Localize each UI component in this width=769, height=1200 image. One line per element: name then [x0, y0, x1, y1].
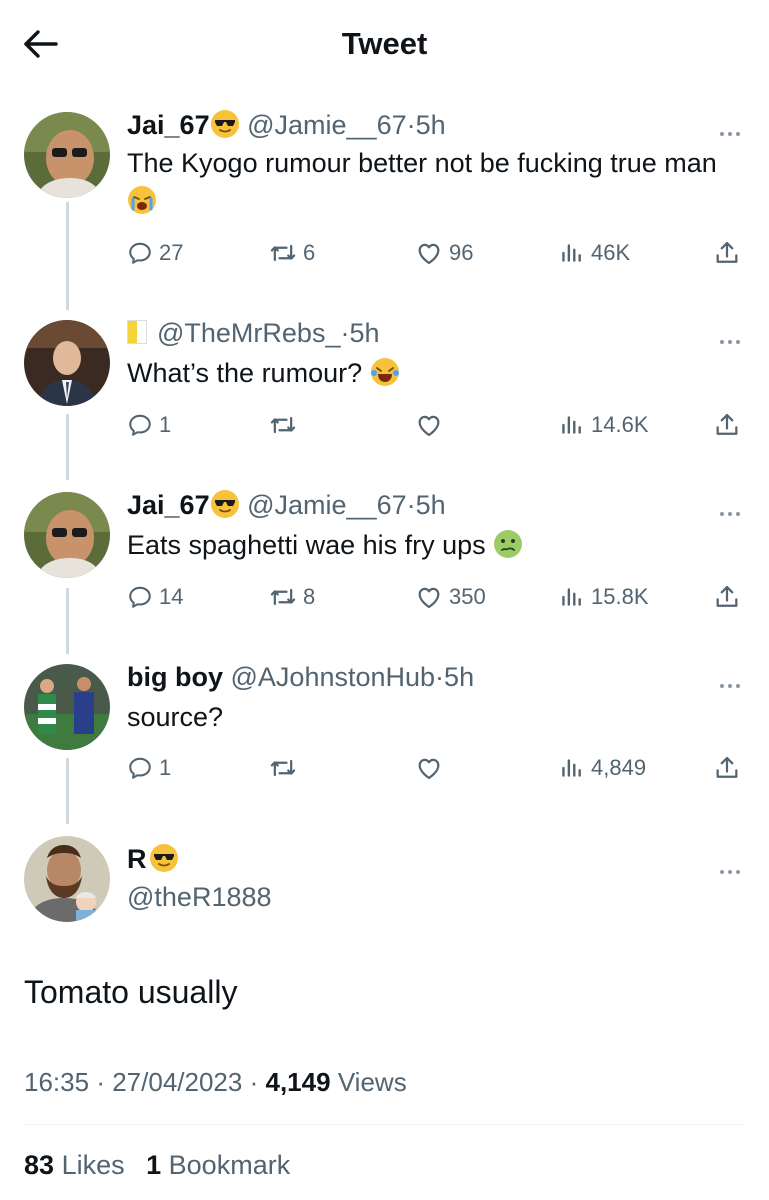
reply-icon: [127, 584, 153, 610]
views-count: 4,149: [265, 1067, 331, 1097]
reply-header: Jai_67 @Jamie__67·5h: [127, 489, 446, 520]
tears-of-joy-emoji-icon: [370, 357, 400, 387]
reply-icon: [127, 240, 153, 266]
retweet-icon: [269, 411, 297, 439]
reply-text: The Kyogo rumour better not be fucking t…: [127, 144, 727, 220]
reply-button[interactable]: 27: [127, 233, 183, 273]
like-button[interactable]: [415, 405, 449, 445]
retweet-button[interactable]: [269, 748, 303, 788]
reply-text: What’s the rumour?: [127, 354, 727, 392]
timestamp[interactable]: 5h: [444, 662, 474, 692]
thread-line: [66, 758, 69, 824]
nauseated-emoji-icon: [493, 529, 523, 559]
timestamp[interactable]: 5h: [349, 318, 379, 348]
reply-header: Jai_67 @Jamie__67·5h: [127, 109, 446, 140]
share-button[interactable]: [713, 577, 747, 617]
more-icon[interactable]: [717, 670, 743, 696]
reply-button[interactable]: 1: [127, 748, 171, 788]
retweet-button[interactable]: 6: [269, 233, 315, 273]
reply-icon: [127, 412, 153, 438]
heart-icon: [415, 583, 443, 611]
reply-text: Eats spaghetti wae his fry ups: [127, 526, 727, 564]
views-icon: [559, 755, 585, 781]
likes-stat[interactable]: 83 Likes: [24, 1150, 125, 1180]
action-bar: 1 4,849: [127, 748, 747, 788]
retweet-icon: [269, 754, 297, 782]
share-icon: [713, 583, 741, 611]
views-label: Views: [337, 1067, 407, 1097]
sunglasses-emoji-icon: [210, 109, 240, 139]
retweet-icon: [269, 239, 297, 267]
reply-button[interactable]: 1: [127, 405, 171, 445]
bookmarks-stat[interactable]: 1 Bookmark: [146, 1150, 290, 1180]
views-button[interactable]: 4,849: [559, 748, 646, 788]
retweet-button[interactable]: 8: [269, 577, 315, 617]
heart-icon: [415, 411, 443, 439]
reply-header: @TheMrRebs_·5h: [127, 316, 380, 350]
views-button[interactable]: 15.8K: [559, 577, 649, 617]
avatar[interactable]: [24, 492, 110, 578]
avatar[interactable]: [24, 664, 110, 750]
like-button[interactable]: 350: [415, 577, 486, 617]
more-icon[interactable]: [717, 498, 743, 524]
share-button[interactable]: [713, 405, 747, 445]
reply-text: source?: [127, 702, 224, 732]
reply-header: big boy @AJohnstonHub·5h: [127, 662, 475, 692]
tweet-text: Tomato usually: [24, 974, 238, 1010]
user-handle[interactable]: @AJohnstonHub: [231, 662, 436, 692]
reply-button[interactable]: 14: [127, 577, 183, 617]
share-button[interactable]: [713, 748, 747, 788]
thread-line: [66, 588, 69, 654]
like-button[interactable]: [415, 748, 449, 788]
tweet-meta: 16:35 · 27/04/2023 · 4,149 Views: [24, 1067, 407, 1097]
retweet-button[interactable]: [269, 405, 303, 445]
crying-emoji-icon: [127, 185, 157, 215]
share-button[interactable]: [713, 233, 747, 273]
flag-icon: [127, 320, 147, 344]
tweet-time[interactable]: 16:35: [24, 1067, 89, 1097]
display-name[interactable]: big boy: [127, 662, 223, 692]
timestamp[interactable]: 5h: [416, 490, 446, 520]
share-icon: [713, 754, 741, 782]
action-bar: 1 14.6K: [127, 405, 747, 445]
avatar[interactable]: [24, 112, 110, 198]
display-name[interactable]: Jai_67: [127, 490, 210, 520]
user-handle[interactable]: @theR1888: [127, 880, 272, 914]
views-icon: [559, 412, 585, 438]
share-icon: [713, 411, 741, 439]
tweet-stats: 83 Likes 1 Bookmark: [24, 1146, 290, 1184]
sunglasses-emoji-icon: [149, 843, 179, 873]
avatar[interactable]: [24, 836, 110, 922]
views-icon: [559, 584, 585, 610]
sunglasses-emoji-icon: [210, 489, 240, 519]
display-name[interactable]: Jai_67: [127, 110, 210, 140]
tweet-date[interactable]: 27/04/2023: [112, 1067, 242, 1097]
views-button[interactable]: 14.6K: [559, 405, 649, 445]
more-icon[interactable]: [717, 118, 743, 144]
views-button[interactable]: 46K: [559, 233, 630, 273]
reply-icon: [127, 755, 153, 781]
action-bar: 27 6 96 46K: [127, 233, 747, 273]
timestamp[interactable]: 5h: [416, 110, 446, 140]
more-icon[interactable]: [717, 326, 743, 352]
top-bar: Tweet: [0, 0, 769, 88]
divider: [24, 1124, 745, 1125]
user-handle[interactable]: @Jamie__67: [247, 110, 407, 140]
retweet-icon: [269, 583, 297, 611]
thread-line: [66, 414, 69, 480]
heart-icon: [415, 239, 443, 267]
action-bar: 14 8 350 15.8K: [127, 577, 747, 617]
display-name[interactable]: R: [127, 842, 179, 876]
user-handle[interactable]: @Jamie__67: [247, 490, 407, 520]
user-handle[interactable]: @TheMrRebs_: [157, 318, 340, 348]
like-button[interactable]: 96: [415, 233, 473, 273]
avatar[interactable]: [24, 320, 110, 406]
heart-icon: [415, 754, 443, 782]
views-icon: [559, 240, 585, 266]
share-icon: [713, 239, 741, 267]
more-icon[interactable]: [717, 856, 743, 882]
thread-line: [66, 202, 69, 310]
page-title: Tweet: [341, 26, 428, 61]
